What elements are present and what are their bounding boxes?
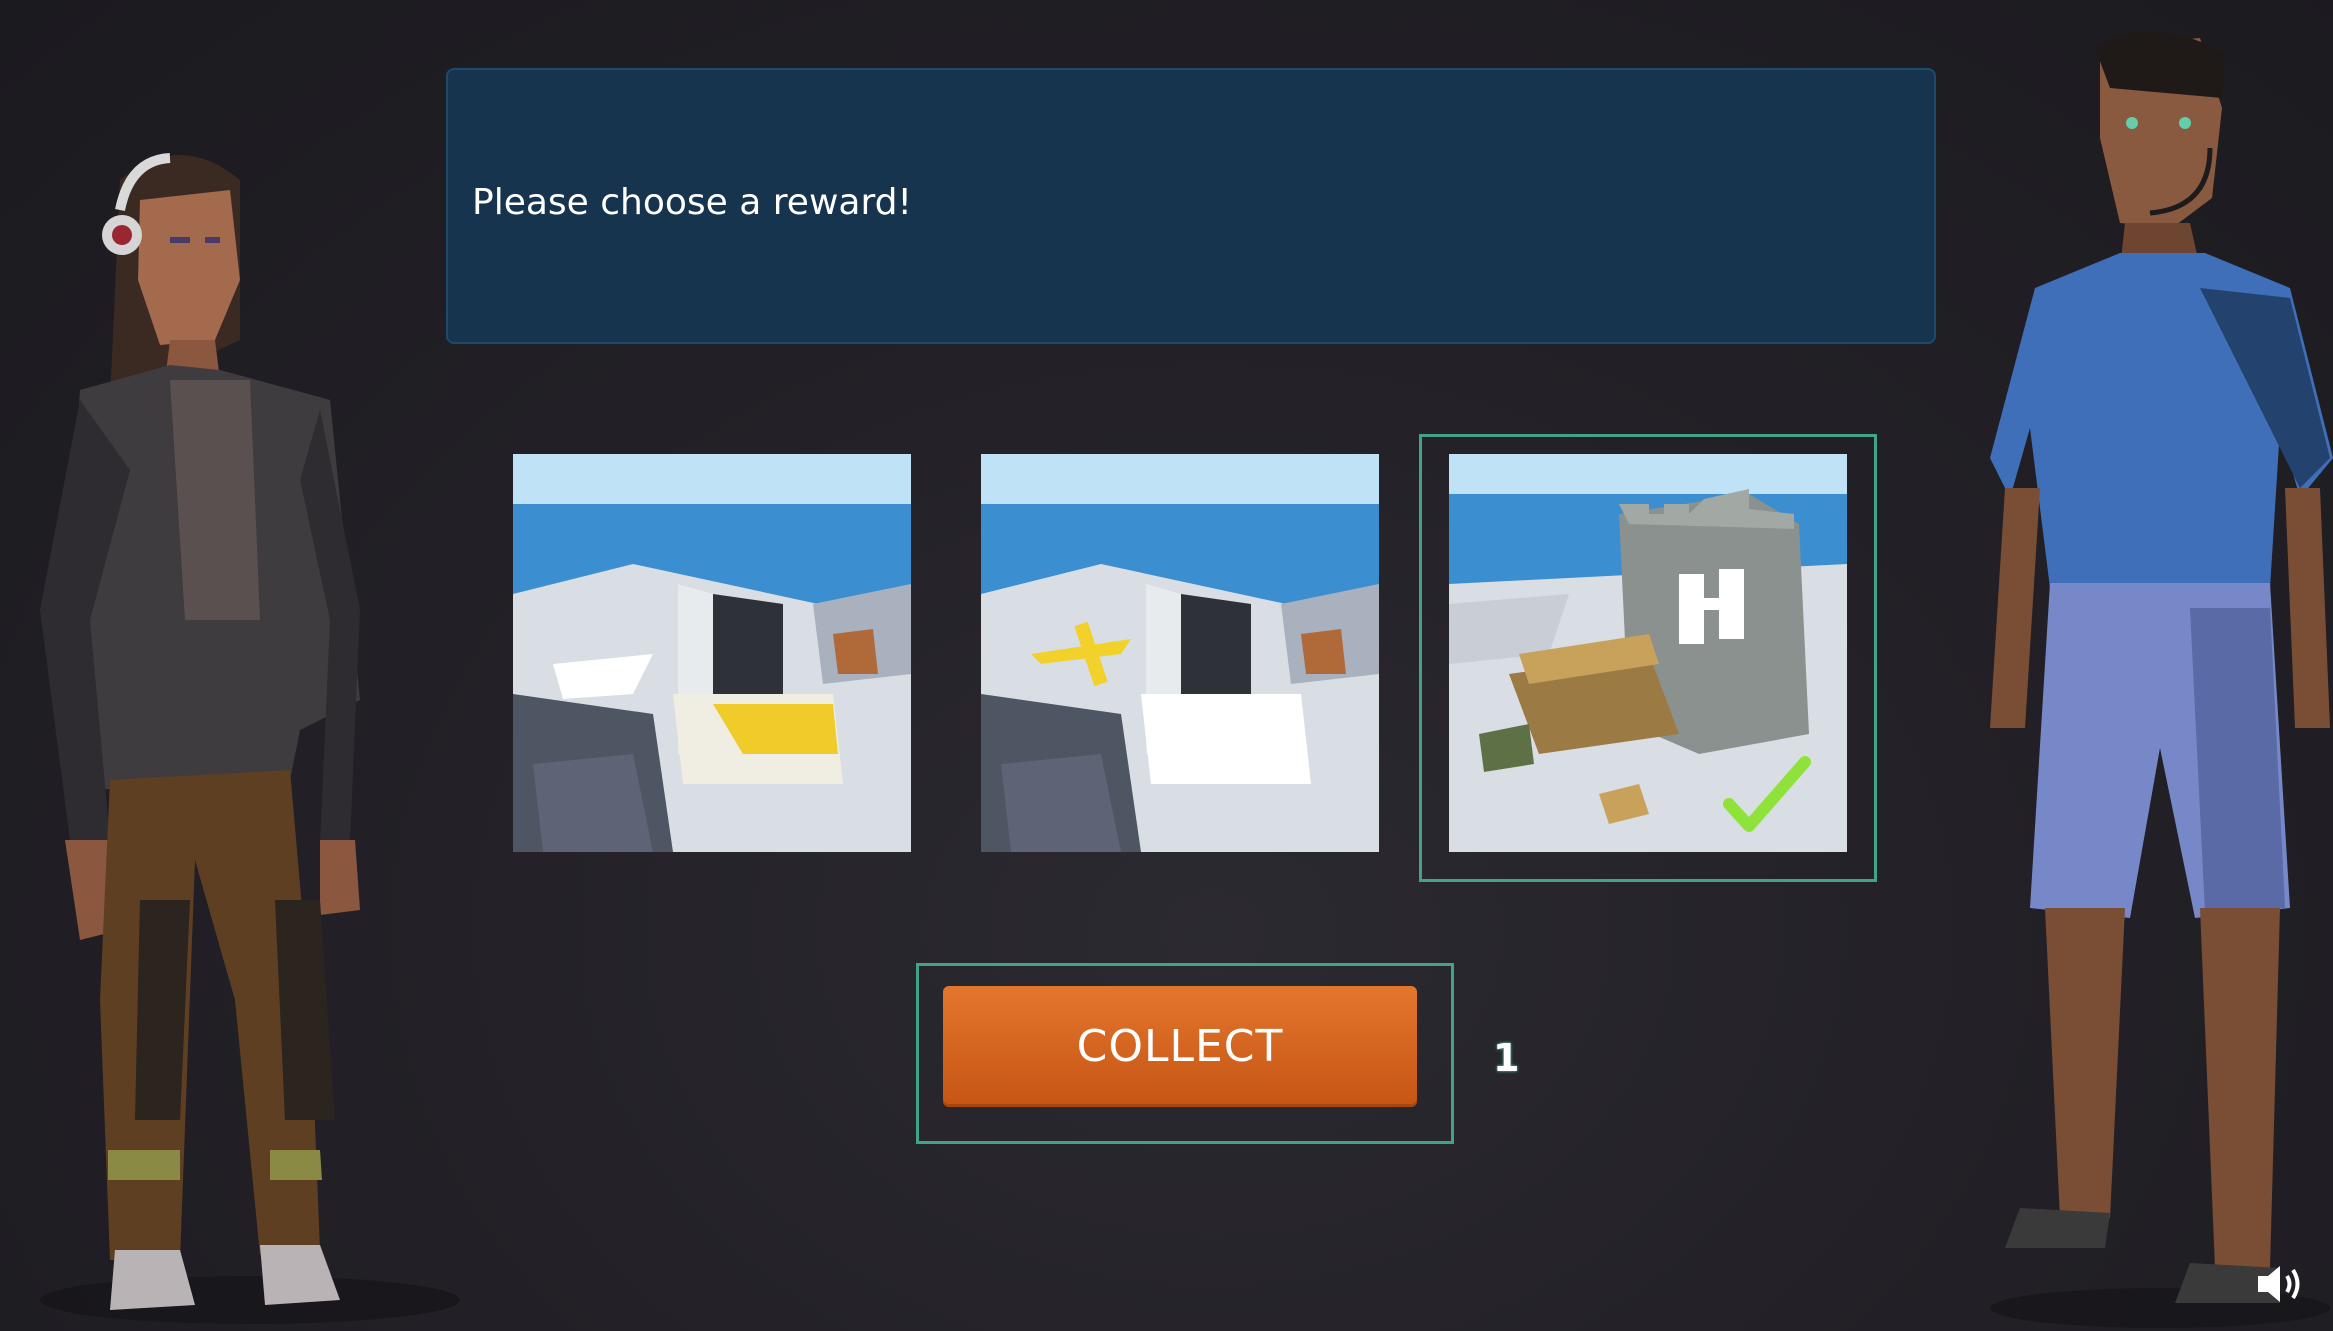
reward-card-1[interactable] bbox=[513, 454, 911, 852]
reward-card-3[interactable] bbox=[1449, 454, 1847, 852]
dialog-message: Please choose a reward! bbox=[472, 182, 912, 223]
speaker-icon[interactable] bbox=[2254, 1262, 2308, 1306]
collect-button[interactable]: COLLECT bbox=[943, 986, 1417, 1107]
female-character bbox=[40, 153, 460, 1324]
male-character bbox=[1990, 31, 2333, 1328]
game-screen: Please choose a reward! COLLECT 1 bbox=[0, 0, 2333, 1331]
reward-count-badge: 1 bbox=[1493, 1036, 1520, 1080]
reward-card-2[interactable] bbox=[981, 454, 1379, 852]
